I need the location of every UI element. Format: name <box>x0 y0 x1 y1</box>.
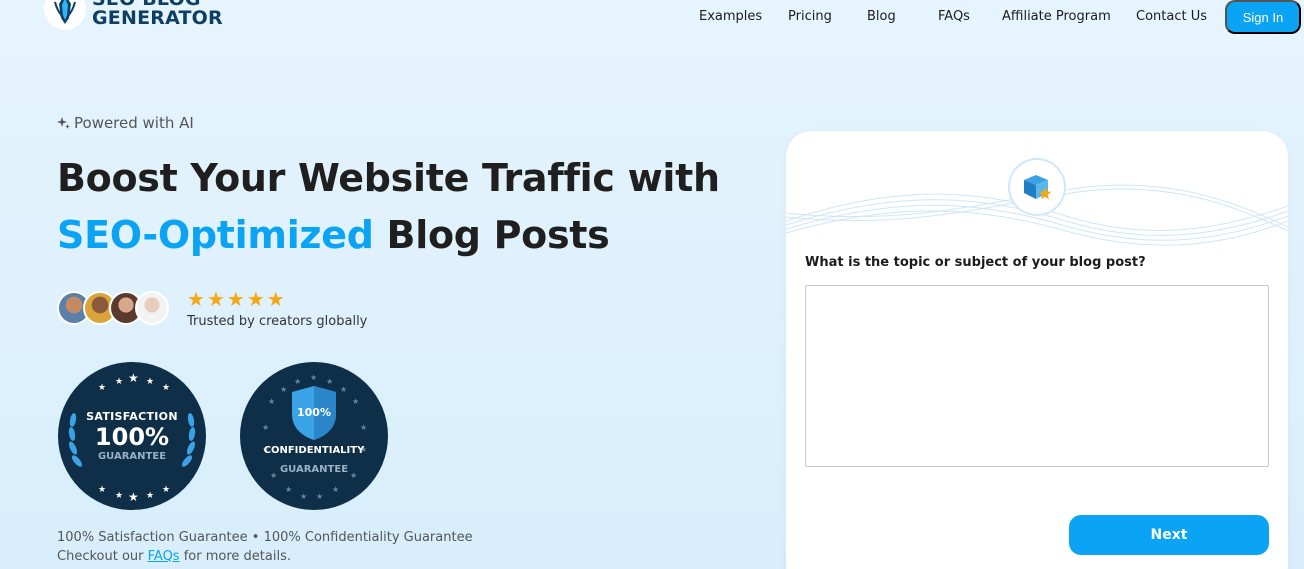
svg-text:★: ★ <box>332 485 339 494</box>
topic-input[interactable] <box>805 285 1269 467</box>
headline-rest: Blog Posts <box>373 213 610 257</box>
creator-avatars <box>57 291 169 325</box>
brand-line2: GENERATOR <box>92 7 223 29</box>
sparkle-icon <box>57 116 70 129</box>
shield-value: 100% <box>297 406 331 419</box>
powered-text: Powered with AI <box>74 114 194 132</box>
nav-examples[interactable]: Examples <box>699 9 762 24</box>
badge-bottom-text: GUARANTEE <box>279 464 349 475</box>
svg-text:★: ★ <box>300 492 307 501</box>
headline-accent: SEO-Optimized <box>57 213 374 257</box>
svg-text:★: ★ <box>326 377 333 386</box>
star-icon: ★ <box>266 287 285 311</box>
svg-text:★: ★ <box>280 385 287 394</box>
svg-text:★: ★ <box>115 491 123 501</box>
topic-question-label: What is the topic or subject of your blo… <box>805 255 1146 270</box>
badge-stars-icon: ★★ ★ ★ ★★ ★ ★ ★ ★ ★ ★ ★ ★★ ★★ <box>262 373 367 501</box>
star-icon: ★ <box>246 287 265 311</box>
next-button[interactable]: Next <box>1069 515 1269 555</box>
logo-quill-icon <box>44 0 86 30</box>
star-icon: ★ <box>226 287 245 311</box>
svg-text:★: ★ <box>310 373 317 382</box>
star-icon: ★ <box>206 287 225 311</box>
guarantee-footnote: 100% Satisfaction Guarantee • 100% Confi… <box>57 530 473 545</box>
svg-text:★: ★ <box>98 485 106 495</box>
svg-text:★: ★ <box>316 492 323 501</box>
svg-text:★: ★ <box>162 485 170 495</box>
svg-text:★: ★ <box>115 377 123 387</box>
brand-logo[interactable]: SEO BLOG GENERATOR <box>44 0 223 30</box>
nav-blog[interactable]: Blog <box>867 9 896 24</box>
svg-text:★: ★ <box>285 485 292 494</box>
badge-value: 100% <box>94 423 170 451</box>
nav-affiliate-program[interactable]: Affiliate Program <box>1002 9 1111 24</box>
nav-pricing[interactable]: Pricing <box>788 9 832 24</box>
svg-text:★: ★ <box>128 490 139 504</box>
star-icon: ★ <box>187 287 205 311</box>
nav-faqs[interactable]: FAQs <box>938 9 970 24</box>
svg-text:★: ★ <box>262 423 269 432</box>
badge-top-text: CONFIDENTIALITY <box>263 445 365 456</box>
headline-line1: Boost Your Website Traffic with <box>57 156 720 200</box>
brand-name: SEO BLOG GENERATOR <box>92 0 223 28</box>
svg-text:★: ★ <box>352 397 359 406</box>
footnote-suffix: for more details. <box>179 549 291 564</box>
footnote-prefix: Checkout our <box>57 549 148 564</box>
page-headline: Boost Your Website Traffic with SEO-Opti… <box>57 150 720 264</box>
powered-tagline: Powered with AI <box>57 114 194 132</box>
topic-form-card: What is the topic or subject of your blo… <box>786 131 1288 569</box>
badge-bottom-text: GUARANTEE <box>97 451 167 462</box>
svg-text:★: ★ <box>360 423 367 432</box>
svg-text:★: ★ <box>268 397 275 406</box>
nav-contact-us[interactable]: Contact Us <box>1136 9 1207 24</box>
faq-footnote: Checkout our FAQs for more details. <box>57 549 291 564</box>
trusted-text: Trusted by creators globally <box>187 314 368 329</box>
svg-text:★: ★ <box>146 491 154 501</box>
svg-text:★: ★ <box>162 383 170 393</box>
faqs-link[interactable]: FAQs <box>148 549 180 564</box>
svg-text:★: ★ <box>294 377 301 386</box>
svg-text:★: ★ <box>128 371 139 385</box>
box-star-icon <box>1008 158 1066 216</box>
avatar <box>135 291 169 325</box>
satisfaction-guarantee-badge: ★ ★ ★ ★ ★ ★ ★ ★ ★ ★ SATISFACTION 100% GUARAN… <box>58 362 206 510</box>
confidentiality-guarantee-badge: ★ ★ ★ ★ ★ ★ ★ ★ ★ ★ ★ ★ ★ ★ ★ ★ ★ 100% CONFIDENT… <box>240 362 388 510</box>
rating-stars: ★ ★ ★ ★ ★ <box>187 288 285 310</box>
badge-top-text: SATISFACTION <box>86 410 178 423</box>
svg-text:★: ★ <box>340 385 347 394</box>
sign-in-button[interactable]: Sign In <box>1225 0 1301 34</box>
svg-text:★: ★ <box>98 383 106 393</box>
svg-text:★: ★ <box>146 377 154 387</box>
